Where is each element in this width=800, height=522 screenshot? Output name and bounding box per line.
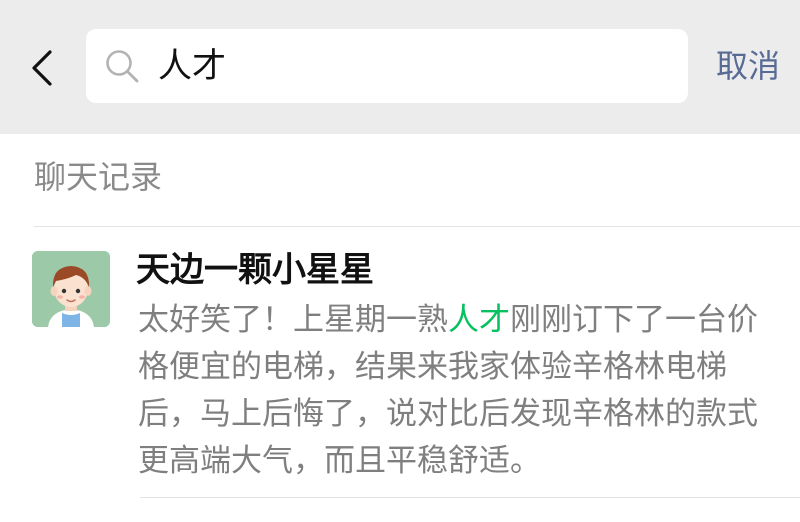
snippet-text: 太好笑了！上星期一熟 — [138, 302, 448, 338]
chevron-left-icon — [32, 50, 52, 86]
search-box[interactable] — [86, 29, 688, 103]
section-title-chat-history: 聊天记录 — [34, 158, 163, 196]
chat-result-item[interactable]: 天边一颗小星星 太好笑了！上星期一熟人才刚刚订下了一台价格便宜的电梯，结果来我家… — [0, 227, 800, 502]
cartoon-boy-avatar-icon — [32, 251, 110, 327]
message-snippet: 太好笑了！上星期一熟人才刚刚订下了一台价格便宜的电梯，结果来我家体验辛格林电梯后… — [138, 297, 778, 485]
result-divider — [140, 497, 800, 498]
back-button[interactable] — [22, 42, 66, 94]
keyword-highlight: 人才 — [448, 302, 510, 338]
search-input[interactable] — [158, 29, 658, 103]
contact-name: 天边一颗小星星 — [136, 250, 374, 290]
search-header: 取消 — [0, 0, 800, 134]
cancel-button[interactable]: 取消 — [708, 40, 788, 92]
search-icon — [104, 48, 142, 90]
avatar[interactable] — [32, 251, 110, 327]
